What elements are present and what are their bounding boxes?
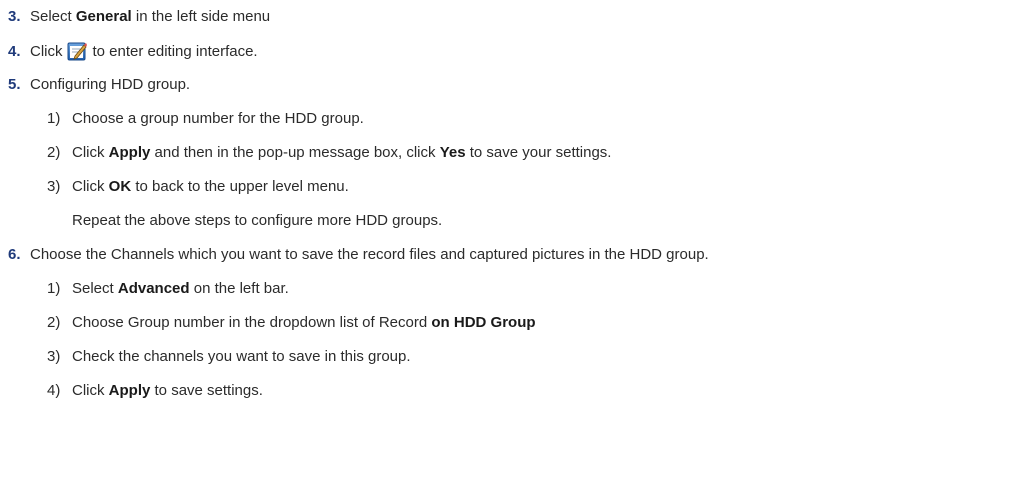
substep-text: to save your settings. <box>465 144 612 161</box>
bold-term: Apply <box>108 382 151 399</box>
bold-term: Yes <box>439 144 466 161</box>
substep-number: 2) <box>47 144 61 161</box>
substep-6-2: 2) Choose Group number in the dropdown li… <box>47 313 536 333</box>
substep-number: 1) <box>47 110 61 127</box>
substep-text: on the left bar. <box>189 280 289 297</box>
step-4: 4. Click to enter editing interface. <box>8 41 258 62</box>
substep-6-3: 3) Check the channels you want to save in… <box>47 347 411 367</box>
step-6: 6. Choose the Channels which you want to … <box>8 245 709 265</box>
bold-term: on HDD Group <box>431 314 536 331</box>
substep-number: 1) <box>47 280 61 297</box>
step-5: 5. Configuring HDD group. <box>8 75 190 95</box>
substep-number: 3) <box>47 178 61 195</box>
step-number: 5. <box>8 76 21 93</box>
substep-number: 2) <box>47 314 61 331</box>
substep-text: to back to the upper level menu. <box>131 178 349 195</box>
substep-text: Click <box>72 178 109 195</box>
step-text: Choose the Channels which you want to sa… <box>30 246 709 263</box>
substep-text: to save settings. <box>150 382 263 399</box>
substep-number: 3) <box>47 348 61 365</box>
bold-term: OK <box>108 178 132 195</box>
substep-6-1: 1) Select Advanced on the left bar. <box>47 279 289 299</box>
step-text: Configuring HDD group. <box>30 76 191 93</box>
substep-text: Click <box>72 382 109 399</box>
note-text: Repeat the above steps to configure more… <box>72 212 443 229</box>
substep-text: Check the channels you want to save in t… <box>72 348 411 365</box>
substep-5-2: 2) Click Apply and then in the pop-up mes… <box>47 143 611 163</box>
step-text: to enter editing interface. <box>92 43 258 60</box>
substep-text: Choose Group number in the dropdown list… <box>72 314 432 331</box>
step-text: Select <box>30 8 76 25</box>
step-5-note: Repeat the above steps to configure more… <box>72 211 442 231</box>
step-number: 6. <box>8 246 21 263</box>
substep-6-4: 4) Click Apply to save settings. <box>47 381 263 401</box>
step-text: Click <box>30 43 63 60</box>
substep-number: 4) <box>47 382 61 399</box>
substep-5-1: 1) Choose a group number for the HDD grou… <box>47 109 364 129</box>
substep-text: and then in the pop-up message box, clic… <box>150 144 440 161</box>
step-text: in the left side menu <box>131 8 271 25</box>
bold-term: Apply <box>108 144 151 161</box>
substep-5-3: 3) Click OK to back to the upper level me… <box>47 177 349 197</box>
substep-text: Select <box>72 280 118 297</box>
step-3: 3. Select General in the left side menu <box>8 7 270 27</box>
edit-icon <box>67 41 87 61</box>
bold-term: General <box>75 8 132 25</box>
substep-text: Choose a group number for the HDD group. <box>72 110 364 127</box>
step-number: 3. <box>8 8 21 25</box>
bold-term: Advanced <box>117 280 190 297</box>
substep-text: Click <box>72 144 109 161</box>
step-number: 4. <box>8 43 21 60</box>
